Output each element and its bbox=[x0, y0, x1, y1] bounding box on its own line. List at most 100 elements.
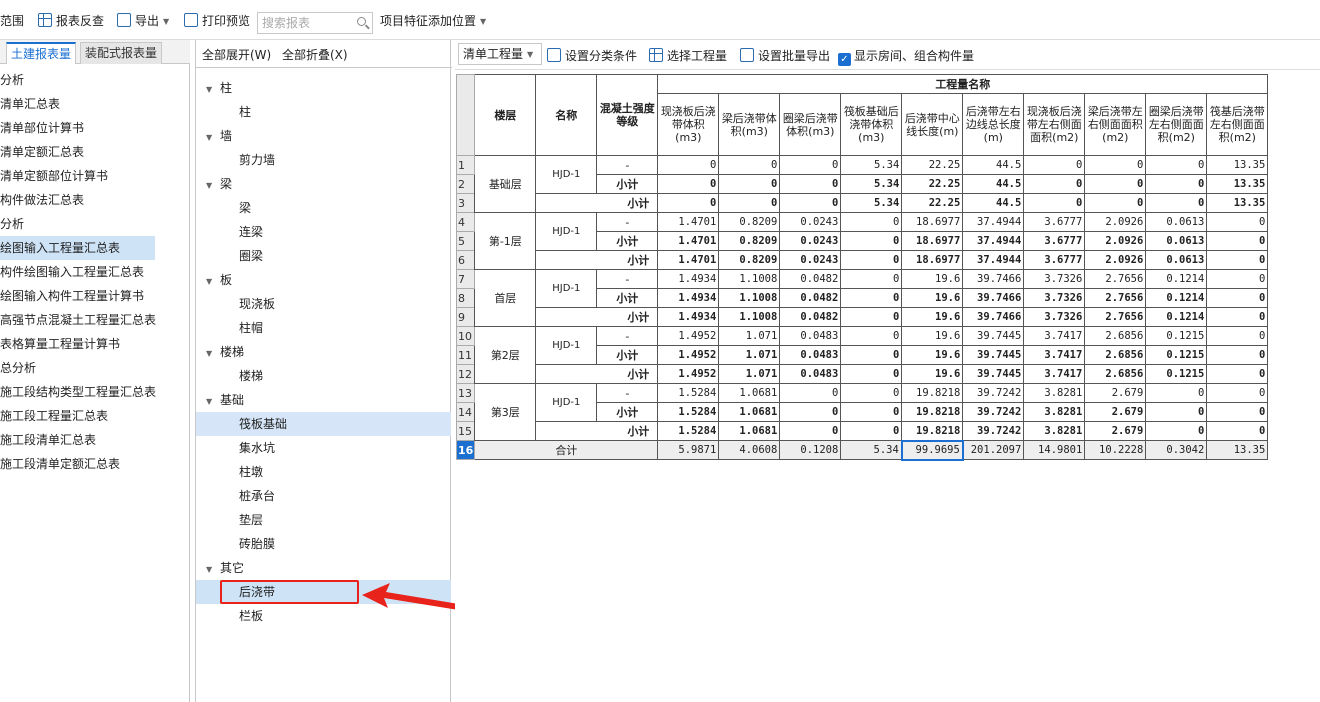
set-category-button[interactable]: 设置分类条件 bbox=[547, 47, 637, 64]
table-cell[interactable]: 1.4934 bbox=[657, 307, 720, 327]
total-label-cell[interactable]: 合计 bbox=[474, 440, 659, 460]
row-number[interactable]: 8 bbox=[455, 288, 476, 308]
table-cell[interactable]: 1.4934 bbox=[657, 269, 720, 289]
table-cell[interactable]: 2.7656 bbox=[1084, 288, 1147, 308]
total-cell[interactable]: 99.9695 bbox=[900, 439, 964, 461]
grade-cell[interactable]: - bbox=[596, 269, 659, 289]
table-cell[interactable]: 0 bbox=[1084, 174, 1147, 194]
table-cell[interactable]: 1.5284 bbox=[657, 402, 720, 422]
table-cell[interactable]: 2.6856 bbox=[1084, 364, 1147, 384]
table-cell[interactable]: 0 bbox=[840, 269, 903, 289]
floor-cell[interactable]: 第3层 bbox=[474, 383, 537, 441]
floor-cell[interactable]: 第2层 bbox=[474, 326, 537, 384]
row-number[interactable]: 16 bbox=[455, 440, 476, 460]
table-cell[interactable]: 0 bbox=[840, 421, 903, 441]
table-cell[interactable]: 0 bbox=[1084, 155, 1147, 175]
table-cell[interactable]: 0.0243 bbox=[779, 212, 842, 232]
table-cell[interactable]: 0 bbox=[1206, 421, 1269, 441]
row-number[interactable]: 6 bbox=[455, 250, 476, 270]
table-cell[interactable]: 0 bbox=[840, 231, 903, 251]
list-item[interactable]: 总分析 bbox=[0, 356, 188, 380]
table-cell[interactable]: 0 bbox=[1206, 212, 1269, 232]
total-cell[interactable]: 201.2097 bbox=[962, 440, 1025, 460]
chevron-down-icon[interactable]: ▼ bbox=[206, 270, 220, 294]
table-cell[interactable]: 2.0926 bbox=[1084, 212, 1147, 232]
table-cell[interactable]: 0.0613 bbox=[1145, 212, 1208, 232]
list-item[interactable]: 清单定额部位计算书 bbox=[0, 164, 188, 188]
tree-item[interactable]: 垫层 bbox=[196, 508, 451, 532]
table-cell[interactable]: 13.35 bbox=[1206, 155, 1269, 175]
tree-item[interactable]: 现浇板 bbox=[196, 292, 451, 316]
row-number[interactable]: 9 bbox=[455, 307, 476, 327]
table-cell[interactable]: 0 bbox=[779, 174, 842, 194]
table-cell[interactable]: 0.0613 bbox=[1145, 231, 1208, 251]
table-cell[interactable]: 3.7326 bbox=[1023, 288, 1086, 308]
table-cell[interactable]: 0.0482 bbox=[779, 307, 842, 327]
row-number[interactable]: 7 bbox=[455, 269, 476, 289]
table-cell[interactable]: 37.4944 bbox=[962, 231, 1025, 251]
table-cell[interactable]: 0.8209 bbox=[718, 231, 781, 251]
name-cell[interactable]: HJD-1 bbox=[535, 326, 598, 365]
chevron-down-icon[interactable]: ▼ bbox=[206, 126, 220, 150]
table-cell[interactable]: 0 bbox=[657, 155, 720, 175]
table-cell[interactable]: 37.4944 bbox=[962, 250, 1025, 270]
row-number[interactable]: 4 bbox=[455, 212, 476, 232]
collapse-all-button[interactable]: 全部折叠(X) bbox=[282, 46, 348, 63]
table-cell[interactable]: 0 bbox=[840, 383, 903, 403]
table-cell[interactable]: 0 bbox=[1145, 383, 1208, 403]
table-cell[interactable]: 0 bbox=[840, 307, 903, 327]
list-item[interactable]: 分析 bbox=[0, 68, 188, 92]
table-cell[interactable]: 1.1008 bbox=[718, 269, 781, 289]
table-cell[interactable]: 44.5 bbox=[962, 174, 1025, 194]
table-cell[interactable]: 19.6 bbox=[901, 345, 964, 365]
table-cell[interactable]: 0 bbox=[1206, 383, 1269, 403]
tree-group[interactable]: ▼ 柱 bbox=[196, 76, 451, 100]
floor-cell[interactable]: 第-1层 bbox=[474, 212, 537, 270]
grade-cell[interactable]: - bbox=[596, 383, 659, 403]
table-cell[interactable]: 39.7445 bbox=[962, 364, 1025, 384]
table-cell[interactable]: 1.071 bbox=[718, 326, 781, 346]
table-cell[interactable]: 1.5284 bbox=[657, 421, 720, 441]
table-cell[interactable]: 3.8281 bbox=[1023, 402, 1086, 422]
list-item[interactable]: 清单汇总表 bbox=[0, 92, 188, 116]
subtotal-cell[interactable]: 小计 bbox=[535, 193, 659, 213]
list-item[interactable]: 施工段结构类型工程量汇总表 bbox=[0, 380, 188, 404]
row-number[interactable]: 15 bbox=[455, 421, 476, 441]
table-cell[interactable]: 0 bbox=[1206, 364, 1269, 384]
tree-group[interactable]: ▼ 板 bbox=[196, 268, 451, 292]
tree-item[interactable]: 筏板基础 bbox=[196, 412, 451, 436]
table-cell[interactable]: 0.0483 bbox=[779, 345, 842, 365]
table-cell[interactable]: 1.1008 bbox=[718, 288, 781, 308]
tree-item[interactable]: 柱帽 bbox=[196, 316, 451, 340]
name-cell[interactable]: HJD-1 bbox=[535, 155, 598, 194]
total-cell[interactable]: 0.1208 bbox=[779, 440, 842, 460]
report-search[interactable] bbox=[257, 12, 373, 34]
total-cell[interactable]: 4.0608 bbox=[718, 440, 781, 460]
table-cell[interactable]: 0 bbox=[1145, 155, 1208, 175]
table-cell[interactable]: 0 bbox=[1145, 174, 1208, 194]
name-cell[interactable]: HJD-1 bbox=[535, 269, 598, 308]
list-item[interactable]: 施工段清单定额汇总表 bbox=[0, 452, 188, 476]
table-cell[interactable]: 3.6777 bbox=[1023, 250, 1086, 270]
table-cell[interactable]: 1.4934 bbox=[657, 288, 720, 308]
table-cell[interactable]: 0 bbox=[779, 402, 842, 422]
table-cell[interactable]: 2.0926 bbox=[1084, 250, 1147, 270]
table-cell[interactable]: 0 bbox=[718, 193, 781, 213]
table-cell[interactable]: 44.5 bbox=[962, 155, 1025, 175]
table-cell[interactable]: 1.0681 bbox=[718, 383, 781, 403]
table-cell[interactable]: 1.4952 bbox=[657, 345, 720, 365]
table-cell[interactable]: 13.35 bbox=[1206, 193, 1269, 213]
table-cell[interactable]: 0.1214 bbox=[1145, 269, 1208, 289]
table-cell[interactable]: 13.35 bbox=[1206, 174, 1269, 194]
tab-prefab-report[interactable]: 装配式报表量 bbox=[80, 42, 163, 64]
table-cell[interactable]: 5.34 bbox=[840, 174, 903, 194]
table-cell[interactable]: 0 bbox=[718, 174, 781, 194]
row-number[interactable]: 5 bbox=[455, 231, 476, 251]
total-cell[interactable]: 5.34 bbox=[840, 440, 903, 460]
table-cell[interactable]: 1.1008 bbox=[718, 307, 781, 327]
table-cell[interactable]: 0 bbox=[1206, 326, 1269, 346]
table-cell[interactable]: 19.6 bbox=[901, 307, 964, 327]
range-button[interactable]: 范围 bbox=[0, 12, 24, 30]
subtotal-cell[interactable]: 小计 bbox=[596, 402, 659, 422]
table-cell[interactable]: 0 bbox=[1023, 155, 1086, 175]
